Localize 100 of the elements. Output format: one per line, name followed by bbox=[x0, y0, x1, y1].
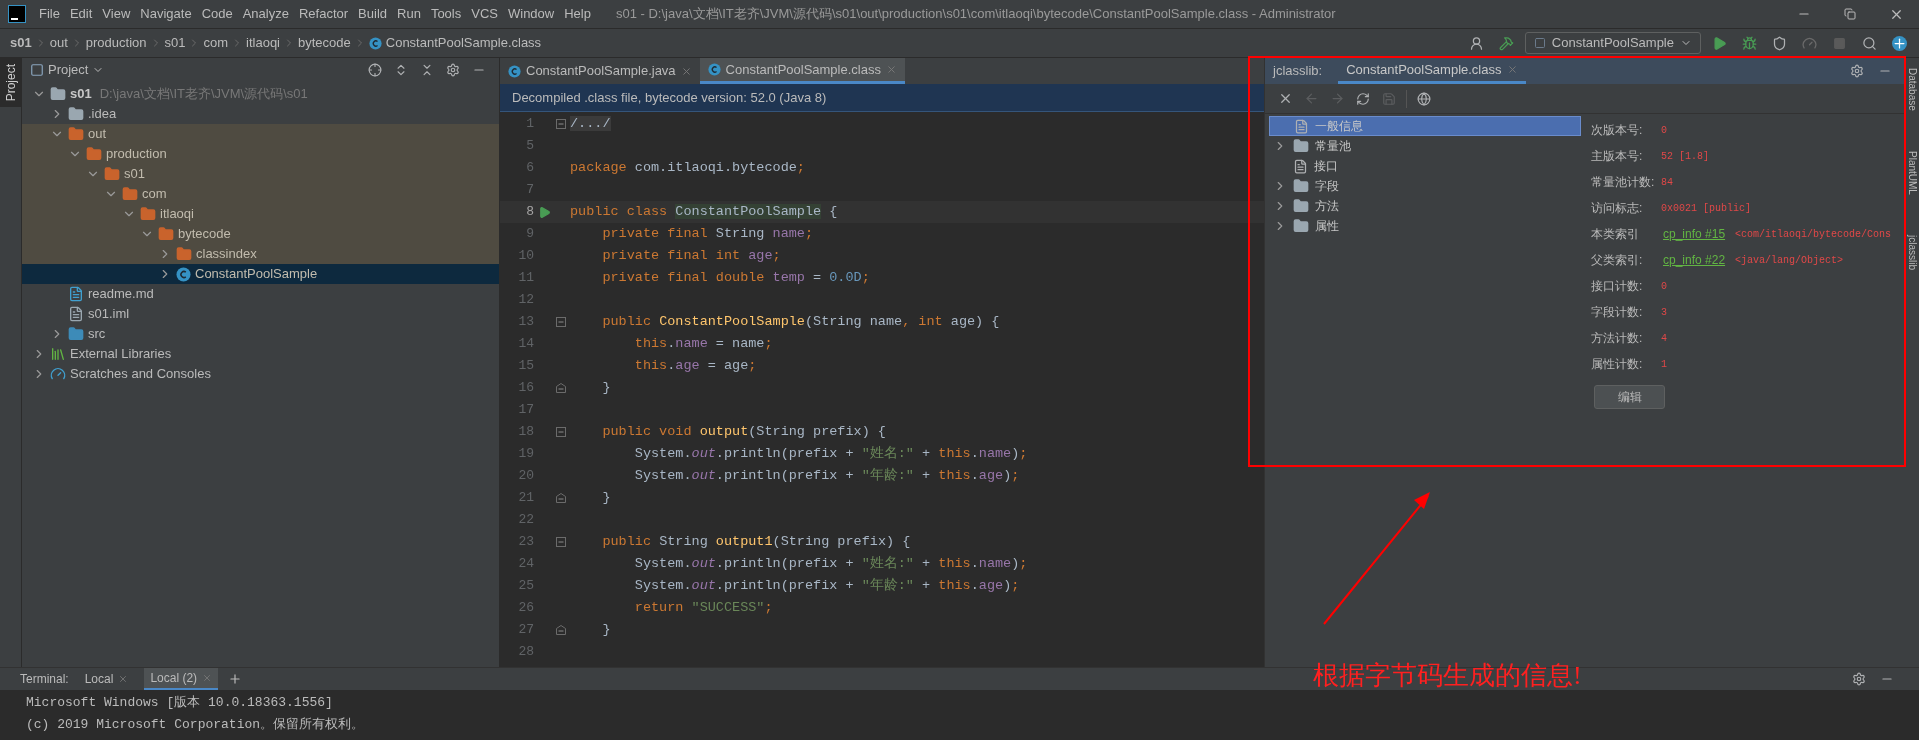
tree-item[interactable]: 字段 bbox=[1269, 176, 1581, 196]
folder-icon bbox=[1293, 198, 1309, 214]
terminal-tab[interactable]: Local (2) bbox=[144, 668, 219, 690]
menu-item[interactable]: Navigate bbox=[135, 4, 197, 24]
configuration-icon bbox=[1533, 37, 1546, 49]
file-tab[interactable]: ConstantPoolSample.class bbox=[1338, 58, 1527, 84]
terminal-tab[interactable]: Local bbox=[78, 668, 135, 690]
tree-item[interactable]: production bbox=[22, 144, 499, 164]
menu-item[interactable]: Help bbox=[559, 4, 596, 24]
menu-item[interactable]: Window bbox=[502, 4, 560, 24]
fold-end-icon[interactable] bbox=[556, 493, 566, 503]
menu-item[interactable]: Tools bbox=[425, 4, 467, 24]
breadcrumb-item[interactable]: com bbox=[203, 33, 229, 53]
tree-item[interactable]: itlaoqi bbox=[22, 204, 499, 224]
tree-item[interactable]: 接口 bbox=[1269, 156, 1581, 176]
edit-button[interactable]: 编辑 bbox=[1594, 385, 1665, 409]
menu-item[interactable]: Run bbox=[392, 4, 426, 24]
field-value: <java/lang/Object> bbox=[1735, 253, 1844, 268]
tree-item[interactable]: s01.iml bbox=[22, 304, 499, 324]
fold-icon[interactable] bbox=[556, 317, 566, 327]
fold-icon[interactable] bbox=[556, 427, 566, 437]
tree-item[interactable]: readme.md bbox=[22, 284, 499, 304]
tree-item[interactable]: 属性 bbox=[1269, 216, 1581, 236]
code-text: } bbox=[601, 488, 611, 507]
close-tab-icon[interactable] bbox=[118, 674, 129, 684]
menu-item[interactable]: Analyze bbox=[237, 4, 294, 24]
code-text: this.age = age; bbox=[633, 356, 757, 375]
tool-window-tab[interactable]: PlantUML bbox=[1905, 150, 1919, 195]
fold-end-icon[interactable] bbox=[556, 383, 566, 393]
tree-item[interactable]: Scratches and Consoles bbox=[22, 364, 499, 384]
code-text: return "SUCCESS"; bbox=[633, 598, 773, 617]
menu-item[interactable]: File bbox=[34, 4, 65, 24]
tool-window-tab[interactable]: Database bbox=[1905, 68, 1919, 111]
constant-pool-link[interactable]: cp_info #22 bbox=[1663, 251, 1726, 269]
tree-item[interactable]: 常量池 bbox=[1269, 136, 1581, 156]
breadcrumb-item[interactable]: bytecode bbox=[298, 33, 351, 53]
breadcrumb-item[interactable]: s01 bbox=[164, 33, 186, 53]
settings-icon bbox=[1850, 64, 1864, 78]
folder-icon bbox=[68, 326, 84, 342]
app-logo-icon bbox=[8, 5, 26, 23]
run-configuration-dropdown[interactable]: ConstantPoolSample bbox=[1524, 32, 1701, 54]
line-number: 11 bbox=[517, 269, 534, 288]
close-tab-icon[interactable] bbox=[680, 65, 692, 77]
tree-item[interactable]: s01 bbox=[22, 164, 499, 184]
close-tab-icon[interactable] bbox=[885, 64, 897, 75]
breadcrumb-item[interactable]: itlaoqi bbox=[246, 33, 280, 53]
line-number: 23 bbox=[517, 533, 534, 552]
tree-item[interactable]: 方法 bbox=[1269, 196, 1581, 216]
tree-item[interactable]: 一般信息 bbox=[1269, 116, 1581, 136]
field-label: 本类索引 bbox=[1591, 226, 1640, 243]
fold-end-icon[interactable] bbox=[556, 625, 566, 635]
field-value: 0 bbox=[1661, 279, 1667, 294]
tree-item[interactable]: classindex bbox=[22, 244, 499, 264]
tree-item-label: Scratches and Consoles bbox=[70, 365, 211, 384]
restore-icon bbox=[1844, 8, 1856, 20]
new-tab-icon[interactable] bbox=[228, 672, 243, 686]
code-text: System.out.println(prefix + "姓名:" + this.name); bbox=[633, 554, 1028, 573]
menu-item[interactable]: View bbox=[97, 4, 136, 24]
menu-item[interactable]: VCS bbox=[466, 4, 503, 24]
field-value: 3 bbox=[1661, 305, 1667, 320]
breadcrumb-item[interactable]: ConstantPoolSample.class bbox=[385, 33, 542, 53]
close-tab-icon[interactable] bbox=[202, 673, 213, 683]
breadcrumb-item[interactable]: production bbox=[85, 33, 147, 53]
menu-item[interactable]: Build bbox=[353, 4, 392, 24]
breadcrumb-item[interactable]: s01 bbox=[10, 33, 32, 53]
fold-icon[interactable] bbox=[556, 537, 566, 547]
code-text: this.name = name; bbox=[633, 334, 773, 353]
line-number: 19 bbox=[517, 445, 534, 464]
terminal-title: Terminal: bbox=[20, 671, 69, 688]
tree-item[interactable]: s01 D:\java\文档\IT老齐\JVM\源代码\s01 bbox=[22, 84, 499, 104]
line-number: 28 bbox=[517, 643, 534, 662]
line-number: 6 bbox=[525, 159, 534, 178]
breadcrumb-item[interactable]: out bbox=[49, 33, 68, 53]
tree-item[interactable]: com bbox=[22, 184, 499, 204]
tree-item[interactable]: src bbox=[22, 324, 499, 344]
tree-item[interactable]: External Libraries bbox=[22, 344, 499, 364]
menu-item[interactable]: Code bbox=[196, 4, 238, 24]
menu-item[interactable]: Edit bbox=[64, 4, 98, 24]
constant-pool-link[interactable]: cp_info #15 bbox=[1663, 225, 1726, 243]
tree-item[interactable]: ConstantPoolSample bbox=[22, 264, 499, 284]
menu-item[interactable]: Refactor bbox=[293, 4, 354, 24]
close-tab-icon[interactable] bbox=[1507, 64, 1519, 75]
tree-item-label: production bbox=[106, 145, 167, 164]
collapse-all-icon bbox=[420, 63, 434, 77]
tool-window-tab[interactable]: jclasslib bbox=[1905, 234, 1919, 270]
class-icon bbox=[368, 36, 382, 50]
line-number: 10 bbox=[517, 247, 534, 266]
fold-icon[interactable] bbox=[556, 119, 566, 129]
tree-item[interactable]: bytecode bbox=[22, 224, 499, 244]
run-icon[interactable] bbox=[537, 205, 551, 219]
project-view-dropdown[interactable]: Project bbox=[48, 60, 105, 80]
tree-item[interactable]: .idea bbox=[22, 104, 499, 124]
editor-tab[interactable]: ConstantPoolSample.java bbox=[500, 58, 700, 84]
line-number: 18 bbox=[517, 423, 534, 442]
project-tool-tab[interactable]: Project bbox=[0, 58, 21, 108]
run-icon bbox=[1711, 35, 1727, 51]
tree-item[interactable]: out bbox=[22, 124, 499, 144]
editor-tab[interactable]: ConstantPoolSample.class bbox=[699, 58, 905, 84]
folder-icon bbox=[68, 126, 84, 142]
field-label: 主版本号: bbox=[1591, 148, 1644, 165]
